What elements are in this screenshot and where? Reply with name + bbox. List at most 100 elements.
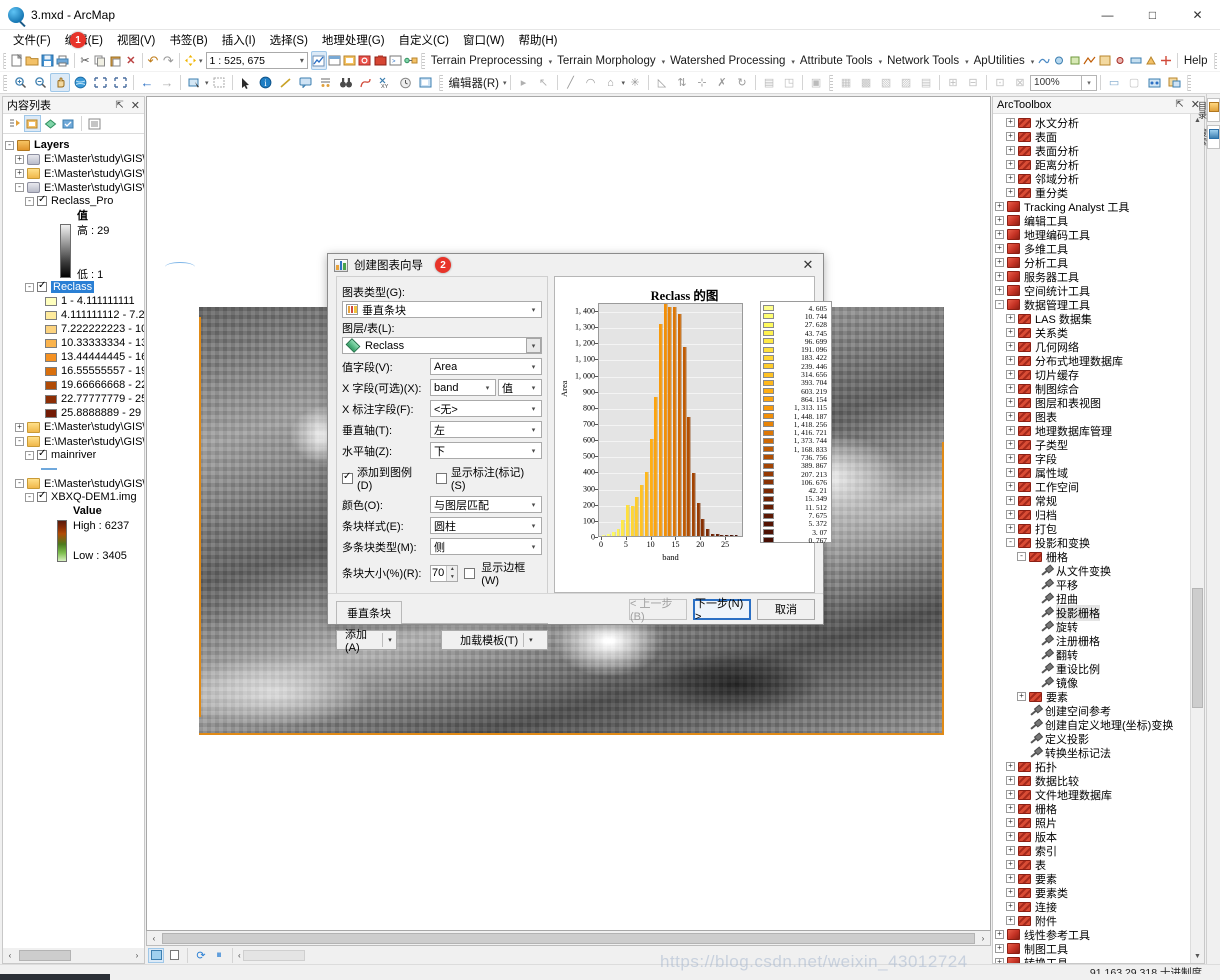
toolbox-item-60[interactable]: + 转换工具 [993, 956, 1190, 963]
change-layout-icon[interactable] [1164, 73, 1184, 92]
expander-icon[interactable]: + [1006, 846, 1015, 856]
chevron-down-icon-4[interactable]: ▾ [879, 59, 883, 66]
geohms-menu-terrain-preprocessing[interactable]: Terrain Preprocessing [428, 55, 546, 67]
map-scroll-right-icon[interactable]: › [976, 932, 990, 945]
horizontal-axis-combo[interactable]: 下 ▾ [430, 442, 542, 459]
expander-icon[interactable]: + [995, 930, 1004, 940]
expander-icon[interactable]: + [1006, 328, 1015, 338]
scroll-track[interactable] [1191, 127, 1204, 949]
toc-reclass-class-3[interactable]: 10.33333334 - 13 [5, 336, 144, 350]
chevron-down-icon-6[interactable]: ▾ [1031, 59, 1035, 66]
toc-reclass-class-4[interactable]: 13.44444445 - 16 [5, 350, 144, 364]
toolbox-item-28[interactable]: + 归档 [993, 508, 1190, 522]
toc-reclass-class-0[interactable]: 1 - 4.111111111 [5, 294, 144, 308]
chevron-down-icon[interactable]: ▾ [526, 359, 541, 374]
refresh-view-button[interactable]: ⟳ [193, 948, 209, 963]
expander-icon[interactable]: + [995, 202, 1004, 212]
toolbox-item-2[interactable]: + 表面分析 [993, 144, 1190, 158]
geohms-tool-8-icon[interactable] [1143, 51, 1158, 70]
menu-item-8[interactable]: 窗口(W) [456, 30, 512, 50]
zoom-page-icon[interactable]: ⊟ [963, 73, 983, 92]
toc-reclass-class-2[interactable]: 7.222222223 - 10 [5, 322, 144, 336]
expander-icon[interactable]: + [1006, 370, 1015, 380]
toc-reclass-class-6[interactable]: 19.66666668 - 22 [5, 378, 144, 392]
toolbox-item-48[interactable]: + 文件地理数据库 [993, 788, 1190, 802]
chevron-down-icon[interactable]: ▾ [529, 636, 533, 644]
expander-icon[interactable]: + [1006, 902, 1015, 912]
toc-reclass-class-1[interactable]: 4.111111112 - 7.2 [5, 308, 144, 322]
scroll-thumb[interactable] [1192, 587, 1203, 708]
chevron-down-icon[interactable]: ▾ [526, 539, 541, 554]
expander-icon[interactable]: + [15, 422, 24, 432]
toolbox-item-49[interactable]: + 栅格 [993, 802, 1190, 816]
attributes-icon[interactable]: ▤ [759, 73, 779, 92]
layer-table-combo[interactable]: Reclass ▾ [342, 337, 542, 354]
arctoolbox-pin-icon[interactable]: ⇱ [1172, 99, 1186, 110]
toc-layer-mainriver[interactable]: - mainriver [5, 448, 144, 462]
modelbuilder-icon[interactable] [403, 51, 418, 70]
back-extent-icon[interactable]: ← [137, 73, 157, 92]
expander-icon[interactable]: + [1006, 146, 1015, 156]
expander-icon[interactable]: + [995, 944, 1004, 954]
expander-icon[interactable]: + [1006, 790, 1015, 800]
toc-folder-la[interactable]: + E:\Master\study\GIS\La [5, 420, 144, 434]
toc-reclass-class-5[interactable]: 16.55555557 - 19 [5, 364, 144, 378]
toolbox-item-19[interactable]: + 制图综合 [993, 382, 1190, 396]
edit-tool-arrow-icon[interactable]: ▸ [514, 73, 534, 92]
toolbar-grip-6[interactable] [829, 74, 834, 91]
expander-icon[interactable]: - [25, 492, 34, 502]
toolbox-item-25[interactable]: + 属性域 [993, 466, 1190, 480]
pin-icon[interactable]: ⇱ [112, 100, 126, 111]
paste-icon[interactable] [108, 51, 123, 70]
toolbox-item-55[interactable]: + 要素类 [993, 886, 1190, 900]
next-button[interactable]: 下一步(N) > [693, 598, 751, 623]
fixed-zoom-out-icon[interactable] [110, 73, 130, 92]
toolbox-item-40[interactable]: 镜像 [993, 676, 1190, 690]
toolbar-grip-7[interactable] [1187, 74, 1192, 91]
chevron-down-icon[interactable]: ▾ [480, 380, 495, 395]
expander-icon[interactable]: - [15, 182, 24, 192]
geohms-tool-2-icon[interactable] [1052, 51, 1067, 70]
toolbox-item-15[interactable]: + 关系类 [993, 326, 1190, 340]
expander-icon[interactable] [1028, 678, 1037, 687]
geohms-tool-5-icon[interactable] [1098, 51, 1113, 70]
expander-icon[interactable] [1028, 580, 1037, 589]
straight-segment-icon[interactable]: ╱ [561, 73, 581, 92]
show-labels-checkbox[interactable] [435, 472, 447, 484]
x-label-field-combo[interactable]: <无> ▾ [430, 400, 542, 417]
expander-icon[interactable]: + [1006, 524, 1015, 534]
geohms-tool-4-icon[interactable] [1082, 51, 1097, 70]
editor-menu[interactable]: 编辑器(R) [446, 75, 502, 91]
clear-selection-icon[interactable] [209, 73, 229, 92]
chevron-down-icon-2[interactable]: ▾ [662, 59, 666, 66]
toolbox-item-43[interactable]: 创建自定义地理(坐标)变换 [993, 718, 1190, 732]
select-features-icon[interactable] [184, 73, 204, 92]
expander-icon[interactable]: + [1006, 342, 1015, 352]
menu-item-6[interactable]: 地理处理(G) [315, 30, 392, 50]
chevron-down-icon[interactable]: ▾ [526, 443, 541, 458]
find-binoculars-icon[interactable] [336, 73, 356, 92]
expander-icon[interactable]: + [1006, 118, 1015, 128]
toc-root-layers[interactable]: - Layers [5, 138, 144, 152]
toolbox-item-26[interactable]: + 工作空间 [993, 480, 1190, 494]
load-template-button[interactable]: 加载模板(T) ▾ [440, 630, 548, 650]
expander-icon[interactable]: + [1006, 468, 1015, 478]
geohms-tool-7-icon[interactable] [1128, 51, 1143, 70]
expander-icon[interactable]: - [15, 478, 24, 488]
toc-layer-reclass-pro[interactable]: - Reclass_Pro [5, 194, 144, 208]
expander-icon[interactable]: + [1006, 888, 1015, 898]
toolbox-item-12[interactable]: + 空间统计工具 [993, 284, 1190, 298]
editor-toolbar-icon[interactable] [310, 51, 327, 70]
expander-icon[interactable] [1028, 594, 1037, 603]
expander-icon[interactable]: + [1006, 860, 1015, 870]
expander-icon[interactable] [1017, 748, 1026, 757]
expander-icon[interactable]: + [1006, 356, 1015, 366]
spatial-analyst-tool-2-icon[interactable]: ▩ [856, 73, 876, 92]
expander-icon[interactable]: + [1006, 440, 1015, 450]
list-by-selection-icon[interactable] [60, 115, 77, 132]
geohms-menu-attribute-tools[interactable]: Attribute Tools [797, 55, 876, 67]
scroll-right-icon[interactable]: › [130, 949, 144, 962]
forward-extent-icon[interactable]: → [157, 73, 177, 92]
expander-icon[interactable]: - [25, 282, 34, 292]
toolbox-item-45[interactable]: 转换坐标记法 [993, 746, 1190, 760]
